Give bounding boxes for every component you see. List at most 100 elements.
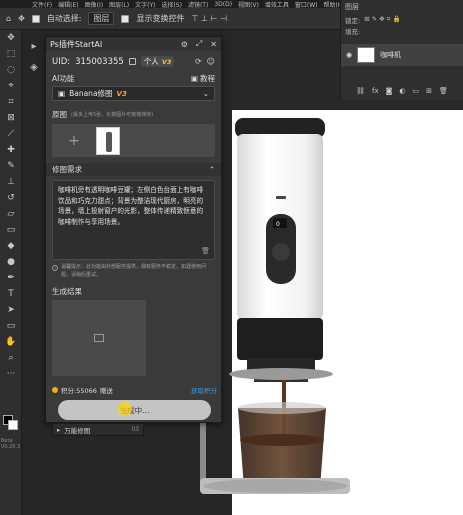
- move-tool-icon[interactable]: ✥: [18, 14, 25, 23]
- ai-function-label: AI功能: [52, 74, 75, 83]
- trash-icon[interactable]: 🗑: [439, 87, 448, 95]
- visibility-eye-icon[interactable]: ◉: [346, 51, 352, 59]
- ai-function-header: AI功能 ▣ 教程: [46, 72, 221, 85]
- prompt-header[interactable]: 修图需求 ⌃: [46, 163, 221, 176]
- prompt-text: 咖啡机旁有透明咖啡豆罐；左侧白色台面上有咖啡饮品和巧克力甜点；背景为整洁现代厨房…: [58, 186, 204, 226]
- plugin-version-label: Beta V0.20.3: [1, 438, 21, 450]
- tutorial-link[interactable]: 教程: [200, 73, 215, 84]
- more-tools-icon[interactable]: ···: [0, 366, 22, 382]
- model-name: Banana修图: [69, 89, 113, 98]
- pen-tool-icon[interactable]: ✒: [0, 270, 22, 286]
- frame-tool-icon[interactable]: ⊠: [0, 110, 22, 126]
- auto-select-dropdown[interactable]: 图层: [88, 12, 115, 25]
- hand-tool-icon[interactable]: ✋: [0, 334, 22, 350]
- result-image-box[interactable]: [52, 300, 146, 376]
- close-icon[interactable]: ✕: [210, 40, 217, 49]
- eraser-tool-icon[interactable]: ▱: [0, 206, 22, 222]
- menu-item[interactable]: 图层(L): [109, 0, 129, 9]
- menu-item[interactable]: 图像(I): [85, 0, 103, 9]
- generate-button[interactable]: 生成中...: [58, 400, 211, 420]
- account-badge: 个人 V3: [140, 56, 175, 67]
- menu-item[interactable]: 文字(Y): [135, 0, 155, 9]
- layers-tab[interactable]: 图层: [345, 2, 359, 12]
- result-label: 生成结果: [52, 287, 82, 296]
- link-icon[interactable]: ⛓: [356, 87, 365, 95]
- gradient-tool-icon[interactable]: ▭: [0, 222, 22, 238]
- layer-thumbnail: [357, 47, 376, 63]
- info-icon: i: [52, 265, 58, 271]
- expand-icon[interactable]: ⤢: [196, 39, 202, 49]
- tab-icon: ▸: [57, 425, 61, 434]
- plugin-panel-icon[interactable]: ▸: [31, 41, 36, 52]
- rectangle-tool-icon[interactable]: ▭: [0, 318, 22, 334]
- options-bar: ⌂ ✥ 自动选择: 图层 显示变换控件 ⊤ ⊥ ⊢ ⊣: [0, 8, 340, 30]
- auto-select-checkbox[interactable]: [31, 14, 40, 23]
- quick-select-icon[interactable]: ⌖: [0, 78, 22, 94]
- menu-item[interactable]: 窗口(W): [295, 0, 318, 9]
- gear-icon[interactable]: ⚙: [181, 40, 188, 49]
- type-tool-icon[interactable]: T: [0, 286, 22, 302]
- blur-tool-icon[interactable]: ◆: [0, 238, 22, 254]
- stamp-tool-icon[interactable]: ⊥: [0, 174, 22, 190]
- crop-tool-icon[interactable]: ⌗: [0, 94, 22, 110]
- adjustment-icon[interactable]: ◐: [399, 87, 405, 95]
- startai-plugin-panel: Ps插件StartAI ⚙ ⤢ ✕ UID: 315003355 个人 V3 ⟳…: [45, 36, 222, 423]
- coin-icon: [52, 387, 58, 393]
- brush-tool-icon[interactable]: ✎: [0, 158, 22, 174]
- prompt-textarea[interactable]: 咖啡机旁有透明咖啡豆罐；左侧白色台面上有咖啡饮品和巧克力甜点；背景为整洁现代厨房…: [52, 180, 215, 260]
- folder-icon[interactable]: ▭: [413, 87, 420, 95]
- document-canvas[interactable]: [232, 110, 463, 515]
- layers-footer: ⛓ fx ◙ ◐ ▭ ⊞ 🗑: [341, 84, 463, 98]
- marquee-tool-icon[interactable]: ⬚: [0, 46, 22, 62]
- menu-item[interactable]: 选择(S): [161, 0, 182, 9]
- original-image-header: 原图 (最多上传5张，长按图片可拖拽排序): [46, 107, 221, 121]
- uid-label: UID:: [52, 56, 71, 67]
- path-select-icon[interactable]: ➤: [0, 302, 22, 318]
- mask-icon[interactable]: ◙: [386, 87, 393, 95]
- eyedropper-icon[interactable]: ⟋: [0, 126, 22, 142]
- layers-stack-icon[interactable]: ◈: [30, 62, 38, 73]
- tutorial-icon[interactable]: ▣: [191, 74, 198, 83]
- model-icon: ▣: [58, 89, 66, 98]
- move-tool-icon[interactable]: ✥: [0, 30, 22, 46]
- secondary-panel-tab[interactable]: ▸ 万能修图 03: [52, 423, 144, 436]
- lock-icons[interactable]: ⊞ ✎ ✥ ⌗ 🔒: [364, 15, 400, 24]
- zoom-tool-icon[interactable]: ⌕: [0, 350, 22, 366]
- image-placeholder-icon: [94, 334, 104, 342]
- refresh-icon[interactable]: ⟳: [195, 57, 202, 66]
- background-color-swatch[interactable]: [8, 420, 18, 430]
- warning-notice: i 温馨提示：此功能由外部服务提供，偶有服务不稳定，如遇使用问题，请稍后重试。: [52, 264, 215, 279]
- clear-prompt-icon[interactable]: 🗑: [201, 246, 210, 257]
- lasso-tool-icon[interactable]: ◌: [0, 62, 22, 78]
- layers-panel: 图层 锁定: ⊞ ✎ ✥ ⌗ 🔒 填充: ◉ 咖啡机 ⛓ fx ◙ ◐ ▭ ⊞ …: [340, 0, 463, 100]
- original-hint: (最多上传5张，长按图片可拖拽排序): [71, 111, 154, 118]
- menu-item[interactable]: 3D(D): [214, 1, 232, 8]
- dodge-tool-icon[interactable]: ●: [0, 254, 22, 270]
- menu-item[interactable]: 编辑(E): [58, 0, 78, 9]
- get-credits-link[interactable]: 获取积分: [191, 385, 217, 395]
- fx-button[interactable]: fx: [372, 87, 379, 95]
- uploaded-image-thumbnail[interactable]: [96, 126, 120, 155]
- menu-item[interactable]: 文件(F): [32, 0, 52, 9]
- menu-item[interactable]: 滤镜(T): [188, 0, 208, 9]
- account-type: 个人: [143, 57, 159, 66]
- auto-select-label: 自动选择:: [46, 14, 82, 23]
- new-layer-icon[interactable]: ⊞: [426, 87, 432, 95]
- model-select[interactable]: ▣ Banana修图 V3 ⌄: [52, 86, 215, 101]
- user-icon[interactable]: ☺: [207, 57, 215, 66]
- menu-item[interactable]: 增效工具: [265, 0, 289, 9]
- menu-item[interactable]: 视图(V): [238, 0, 259, 9]
- lock-label: 锁定:: [345, 16, 361, 25]
- healing-brush-icon[interactable]: ✚: [0, 142, 22, 158]
- copy-icon[interactable]: [128, 58, 136, 65]
- add-image-icon[interactable]: +: [60, 133, 88, 149]
- chevron-up-icon[interactable]: ⌃: [209, 165, 215, 174]
- uid-value: 315003355: [75, 56, 124, 67]
- original-label: 原图: [52, 109, 67, 119]
- show-transform-label: 显示变换控件: [136, 14, 185, 23]
- home-icon[interactable]: ⌂: [6, 14, 11, 23]
- history-brush-icon[interactable]: ↺: [0, 190, 22, 206]
- align-icons[interactable]: ⊤ ⊥ ⊢ ⊣: [191, 14, 227, 23]
- show-transform-checkbox[interactable]: [121, 14, 130, 23]
- layer-row[interactable]: ◉ 咖啡机: [341, 44, 463, 66]
